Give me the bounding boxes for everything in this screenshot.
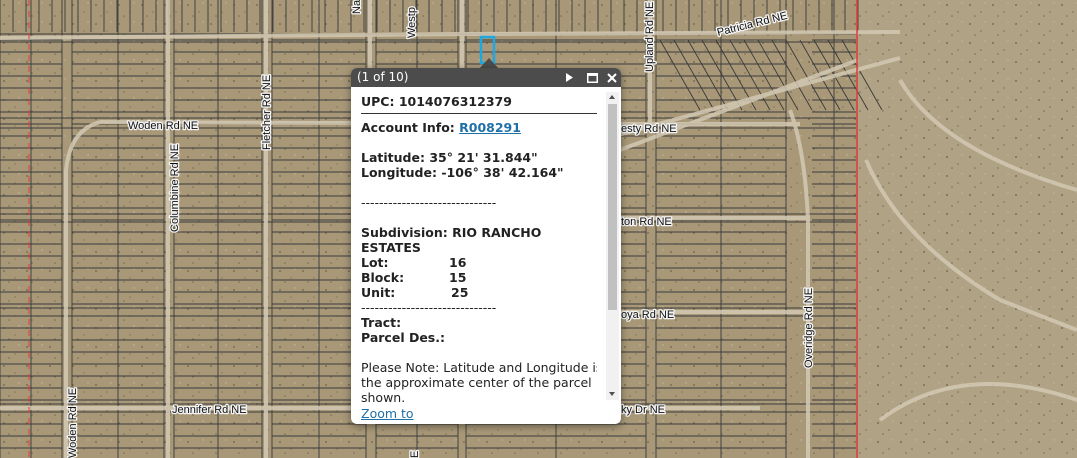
tract-label: Tract: xyxy=(361,315,402,330)
separator-line-2: ------------------------------ xyxy=(361,300,497,315)
road-label-westp: Westp xyxy=(406,7,418,38)
popup-count: (1 of 10) xyxy=(357,70,409,84)
latitude-label: Latitude: xyxy=(361,150,425,165)
block-label: Block: xyxy=(361,270,405,285)
road-label-jennifer: Jennifer Rd NE xyxy=(172,404,247,416)
subdivision-value: RIO RANCHO xyxy=(452,225,542,240)
account-label: Account Info: xyxy=(361,120,455,135)
lot-label: Lot: xyxy=(361,255,389,270)
popup-divider xyxy=(361,113,597,114)
longitude-value: -106° 38' 42.164" xyxy=(441,165,564,180)
parcel-info-popup: (1 of 10) UPC: 1014076312379 Account Inf… xyxy=(351,68,621,424)
subdivision-label: Subdivision: xyxy=(361,225,448,240)
unit-label: Unit: xyxy=(361,285,396,300)
note-line-3: shown. xyxy=(361,390,406,402)
close-button[interactable] xyxy=(603,68,621,87)
road-label-na: Na xyxy=(351,0,363,14)
next-feature-button[interactable] xyxy=(560,68,578,87)
road-label-woden-top: Woden Rd NE xyxy=(128,120,198,132)
parcel-des-label: Parcel Des.: xyxy=(361,330,445,345)
road-label-esty: esty Rd NE xyxy=(621,123,677,135)
block-value: 15 xyxy=(449,270,467,285)
separator-line: ------------------------------ xyxy=(361,195,497,210)
road-label-columbine: Columbine Rd NE xyxy=(169,144,181,232)
popup-content[interactable]: UPC: 1014076312379 Account Info: R008291… xyxy=(361,94,597,402)
road-label-upland: Upland Rd NE xyxy=(644,2,656,72)
unit-value: 25 xyxy=(451,285,469,300)
subdivision-value-cont: ESTATES xyxy=(361,240,421,255)
latitude-value: 35° 21' 31.844" xyxy=(429,150,538,165)
lot-value: 16 xyxy=(449,255,467,270)
road-label-ton: ton Rd NE xyxy=(621,216,672,228)
road-label-overidge: Overidge Rd NE xyxy=(803,288,815,368)
zoom-to-link[interactable]: Zoom to xyxy=(361,406,414,421)
note-line-1: Please Note: Latitude and Longitude is xyxy=(361,360,597,375)
scroll-down-arrow-icon[interactable] xyxy=(609,392,615,396)
road-label-ky-dr: ky Dr NE xyxy=(621,404,665,416)
scroll-thumb[interactable] xyxy=(608,104,617,310)
popup-scrollbar[interactable] xyxy=(606,92,619,400)
scroll-up-arrow-icon[interactable] xyxy=(609,95,615,99)
maximize-button[interactable] xyxy=(583,68,601,87)
note-line-2: the approximate center of the parcel xyxy=(361,375,592,390)
road-label-fletcher: Fletcher Rd NE xyxy=(261,75,273,150)
upc-value: 1014076312379 xyxy=(398,94,512,109)
account-link[interactable]: R008291 xyxy=(459,120,521,135)
next-icon xyxy=(566,73,573,82)
road-label-oya: oya Rd NE xyxy=(621,309,674,321)
upc-label: UPC: xyxy=(361,94,395,109)
popup-header: (1 of 10) xyxy=(351,68,621,87)
close-icon xyxy=(607,72,617,83)
road-label-woden-left: Woden Rd NE xyxy=(67,388,79,458)
maximize-icon xyxy=(586,72,598,83)
road-label-bottom-e: E xyxy=(409,451,421,458)
longitude-label: Longitude: xyxy=(361,165,437,180)
